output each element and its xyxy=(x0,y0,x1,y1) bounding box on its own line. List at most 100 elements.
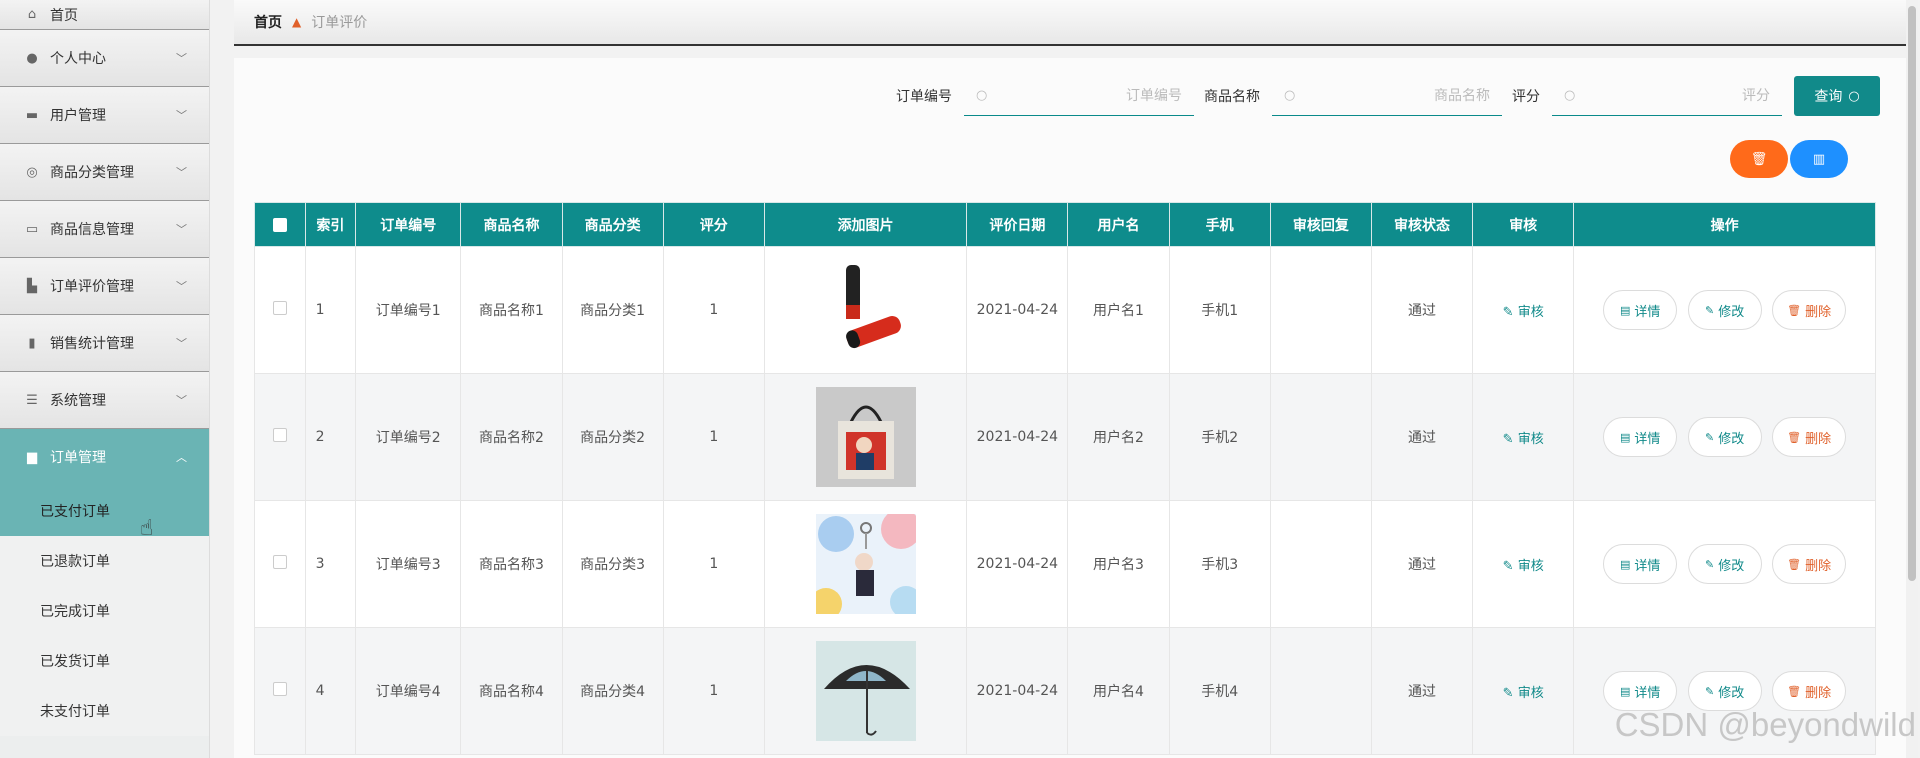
breadcrumb: 首页 ▲ 订单评价 xyxy=(234,0,1910,46)
delete-button[interactable]: 🗑 删除 xyxy=(1772,544,1847,584)
tote-bag-image xyxy=(815,387,916,487)
table-row: 3 订单编号3 商品名称3 商品分类3 1 2021-04-24 用户名3 手机… xyxy=(254,500,1876,628)
audit-link[interactable]: ✎ 审核 xyxy=(1503,559,1544,574)
product-name-input[interactable] xyxy=(1303,87,1490,104)
row-checkbox[interactable] xyxy=(272,555,287,569)
sidebar-subitem-completed[interactable]: 已完成订单 xyxy=(0,586,209,636)
sidebar-item-orders[interactable]: ▆ 订单管理 ︿ xyxy=(0,429,209,486)
select-all-header[interactable] xyxy=(254,202,306,247)
edit-button[interactable]: ✎ 修改 xyxy=(1687,544,1762,584)
cell-index: 3 xyxy=(304,500,357,628)
chat-icon: ▬ xyxy=(25,107,39,123)
sidebar-item-label: 个人中心 xyxy=(50,51,106,67)
edit-button[interactable]: ✎ 修改 xyxy=(1687,290,1762,330)
bar-chart-icon: ▥ xyxy=(1812,151,1826,167)
delete-button[interactable]: 🗑 删除 xyxy=(1772,417,1847,457)
batch-delete-button[interactable]: 🗑 xyxy=(1730,140,1788,178)
detail-label: 详情 xyxy=(1634,304,1661,320)
sidebar-item-sales[interactable]: ▮ 销售统计管理 ﹀ xyxy=(0,315,209,372)
cell-score: 1 xyxy=(662,500,765,628)
select-all-checkbox[interactable] xyxy=(272,217,287,232)
detail-button[interactable]: ▤ 详情 xyxy=(1603,671,1678,711)
sidebar-item-home[interactable]: ⌂ 首页 xyxy=(0,0,209,30)
score-label: 评分 xyxy=(1512,89,1540,105)
breadcrumb-separator-icon: ▲ xyxy=(292,15,302,29)
statistics-button[interactable]: ▥ xyxy=(1790,140,1848,178)
sidebar-subitem-shipped[interactable]: 已发货订单 xyxy=(0,636,209,686)
edit-button[interactable]: ✎ 修改 xyxy=(1687,417,1762,457)
breadcrumb-current: 订单评价 xyxy=(311,15,368,31)
sidebar-item-label: 首页 xyxy=(50,7,78,24)
cell-phone: 手机2 xyxy=(1168,373,1271,501)
cell-phone: 手机3 xyxy=(1168,500,1271,628)
sidebar-item-label: 商品信息管理 xyxy=(50,222,134,238)
cell-phone: 手机4 xyxy=(1168,627,1271,755)
row-checkbox[interactable] xyxy=(272,428,287,442)
row-checkbox[interactable] xyxy=(272,682,287,696)
document-icon: ▤ xyxy=(1619,684,1631,698)
sidebar-item-categories[interactable]: ◎ 商品分类管理 ﹀ xyxy=(0,144,209,201)
sidebar-subitem-paid[interactable]: 已支付订单 xyxy=(0,486,209,536)
column-header: 操作 xyxy=(1573,202,1876,247)
trash-icon: 🗑 xyxy=(1787,303,1802,317)
edit-button[interactable]: ✎ 修改 xyxy=(1687,671,1762,711)
sidebar-item-products[interactable]: ▭ 商品信息管理 ﹀ xyxy=(0,201,209,258)
cell-image xyxy=(763,627,968,755)
product-name-label: 商品名称 xyxy=(1204,89,1260,105)
delete-label: 删除 xyxy=(1805,304,1832,320)
trash-icon: 🗑 xyxy=(1787,430,1802,444)
audit-link[interactable]: ✎ 审核 xyxy=(1503,432,1544,447)
home-icon: ⌂ xyxy=(27,7,37,22)
audit-link[interactable]: ✎ 审核 xyxy=(1503,686,1544,701)
detail-label: 详情 xyxy=(1634,685,1661,701)
cell-reply xyxy=(1269,500,1372,628)
sidebar-subitem-refunded[interactable]: 已退款订单 xyxy=(0,536,209,586)
user-icon: ● xyxy=(26,50,38,66)
sidebar-item-reviews[interactable]: ▙ 订单评价管理 ﹀ xyxy=(0,258,209,315)
cell-score: 1 xyxy=(662,373,765,501)
edit-icon: ✎ xyxy=(1502,558,1518,574)
cell-image xyxy=(763,500,968,628)
document-icon: ▤ xyxy=(1619,557,1631,571)
sidebar-item-system[interactable]: ☰ 系统管理 ﹀ xyxy=(0,372,209,429)
order-number-field: ○ xyxy=(964,76,1194,116)
cell-actions: ▤ 详情 ✎ 修改 🗑 删除 xyxy=(1573,500,1876,628)
delete-button[interactable]: 🗑 删除 xyxy=(1772,290,1847,330)
cell-name: 商品名称4 xyxy=(460,627,563,755)
detail-button[interactable]: ▤ 详情 xyxy=(1603,417,1678,457)
sidebar-item-users[interactable]: ▬ 用户管理 ﹀ xyxy=(0,87,209,144)
chevron-down-icon: ﹀ xyxy=(176,166,187,179)
delete-button[interactable]: 🗑 删除 xyxy=(1772,671,1847,711)
score-input[interactable] xyxy=(1583,87,1770,104)
chevron-down-icon: ﹀ xyxy=(176,109,187,122)
scrollbar-thumb[interactable] xyxy=(1908,6,1916,581)
audit-link[interactable]: ✎ 审核 xyxy=(1503,305,1544,320)
cell-image xyxy=(763,246,968,374)
sidebar-subitem-unpaid[interactable]: 未支付订单 xyxy=(0,686,209,736)
score-field: ○ xyxy=(1552,76,1782,116)
edit-icon: ✎ xyxy=(1705,557,1715,571)
row-checkbox[interactable] xyxy=(272,301,287,315)
chevron-down-icon: ﹀ xyxy=(176,394,187,407)
cell-user: 用户名3 xyxy=(1067,500,1170,628)
thumbs-up-icon: ▙ xyxy=(27,278,37,294)
cell-reply xyxy=(1269,246,1372,374)
sidebar-item-personal[interactable]: ● 个人中心 ﹀ xyxy=(0,30,209,87)
column-header: 手机 xyxy=(1168,202,1271,247)
detail-button[interactable]: ▤ 详情 xyxy=(1603,544,1678,584)
cell-name: 商品名称1 xyxy=(460,246,563,374)
query-button[interactable]: 查询 ○ xyxy=(1794,76,1880,116)
cell-name: 商品名称2 xyxy=(460,373,563,501)
order-number-input[interactable] xyxy=(995,87,1182,104)
trash-icon: 🗑 xyxy=(1787,684,1802,698)
column-header: 审核回复 xyxy=(1269,202,1372,247)
vertical-scrollbar[interactable] xyxy=(1906,0,1918,758)
detail-button[interactable]: ▤ 详情 xyxy=(1603,290,1678,330)
cell-audit: ✎ 审核 xyxy=(1472,373,1575,501)
cell-date: 2021-04-24 xyxy=(966,373,1069,501)
delete-label: 删除 xyxy=(1805,431,1832,447)
breadcrumb-home[interactable]: 首页 xyxy=(254,12,282,32)
search-icon: ○ xyxy=(976,88,988,103)
cell-category: 商品分类4 xyxy=(561,627,664,755)
cell-score: 1 xyxy=(662,627,765,755)
